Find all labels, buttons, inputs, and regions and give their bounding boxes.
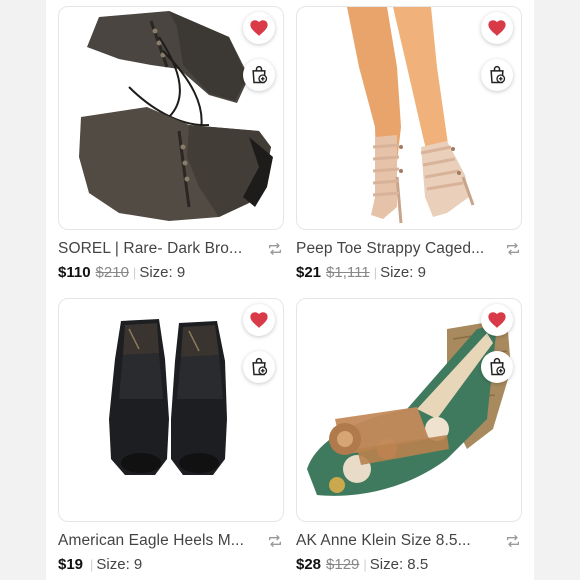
listing-price: $21 [296,263,322,281]
add-to-bundle-button[interactable] [243,351,275,383]
listing-original-price: $210 [95,263,129,281]
listing-size: Size: 9 [380,263,426,281]
like-button[interactable] [481,304,513,336]
listing-price: $110 [58,263,91,281]
heart-icon [488,20,506,36]
listing-photo-sorel-boots[interactable] [58,6,284,230]
like-button[interactable] [481,12,513,44]
shopping-bag-add-icon [252,65,268,84]
shopping-bag-add-icon [490,357,506,376]
repeat-icon[interactable] [266,532,284,550]
listing-size: Size: 8.5 [369,555,429,573]
listing-title[interactable]: AK Anne Klein Size 8.5... [296,532,471,550]
listing-original-price: $1,111 [326,263,370,281]
listing-original-price: $129 [326,555,360,573]
add-to-bundle-button[interactable] [481,59,513,91]
like-button[interactable] [243,12,275,44]
repeat-icon[interactable] [504,532,522,550]
listing-card[interactable]: SOREL | Rare- Dark Bro... $110 $210 | Si… [58,6,284,282]
listing-size: Size: 9 [139,263,186,281]
listing-card[interactable]: Peep Toe Strappy Caged... $21 $1,111 | S… [296,6,522,282]
add-to-bundle-button[interactable] [243,59,275,91]
listing-title[interactable]: SOREL | Rare- Dark Bro... [58,240,242,258]
add-to-bundle-button[interactable] [481,351,513,383]
divider: | [363,556,367,572]
heart-icon [250,20,268,36]
shopping-bag-add-icon [252,357,268,376]
listing-title[interactable]: Peep Toe Strappy Caged... [296,240,484,258]
listing-photo-black-mules[interactable] [58,298,284,522]
heart-icon [250,312,268,328]
listing-photo-floral-wedge[interactable] [296,298,522,522]
listing-price: $28 [296,555,322,573]
divider: | [90,556,94,572]
repeat-icon[interactable] [266,240,284,258]
listing-title[interactable]: American Eagle Heels M... [58,532,244,550]
shopping-bag-add-icon [490,65,506,84]
divider: | [373,264,378,280]
listing-price: $19 [58,555,84,573]
repeat-icon[interactable] [504,240,522,258]
like-button[interactable] [243,304,275,336]
listing-photo-caged-heels[interactable] [296,6,522,230]
listing-card[interactable]: American Eagle Heels M... $19 | Size: 9 [58,298,284,574]
divider: | [132,264,137,280]
listing-card[interactable]: AK Anne Klein Size 8.5... $28 $129 | Siz… [296,298,522,574]
heart-icon [488,312,506,328]
listing-size: Size: 9 [96,555,143,573]
